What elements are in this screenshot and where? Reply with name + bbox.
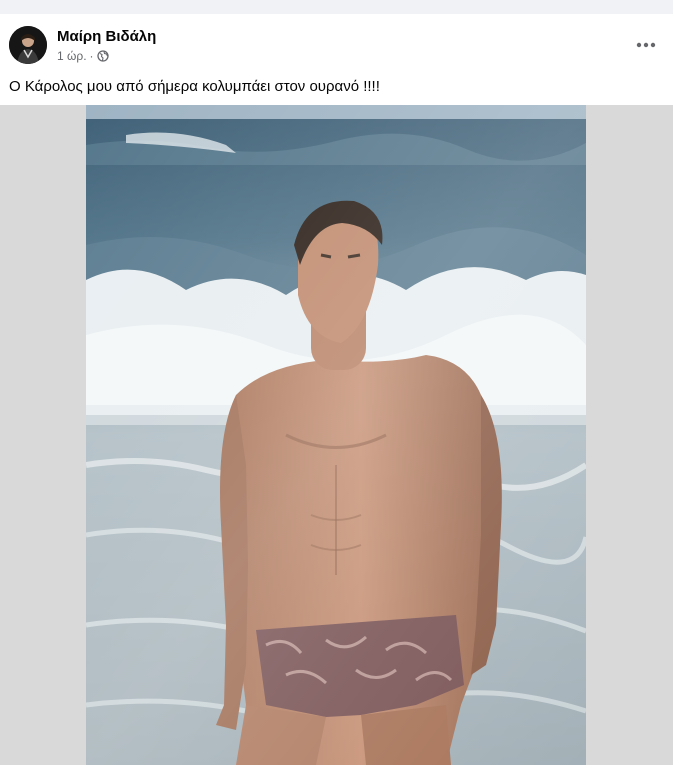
post-caption: Ο Κάρολος μου από σήμερα κολυμπάει στον … <box>9 78 380 95</box>
meta-separator: · <box>89 49 94 63</box>
post-header: Μαίρη Βιδάλη 1 ώρ. · <box>0 14 673 70</box>
author-name[interactable]: Μαίρη Βιδάλη <box>57 28 156 45</box>
more-options-button[interactable] <box>628 33 664 57</box>
post-photo[interactable] <box>86 105 586 765</box>
more-options-icon <box>636 42 656 48</box>
post-card: Μαίρη Βιδάλη 1 ώρ. · Ο Κάρολος μου από σ… <box>0 14 673 765</box>
post-media <box>0 105 673 765</box>
author-avatar[interactable] <box>9 26 47 64</box>
post-meta: 1 ώρ. · <box>57 49 109 63</box>
post-time[interactable]: 1 ώρ. <box>57 49 87 63</box>
avatar-image <box>9 26 47 64</box>
globe-icon[interactable] <box>96 50 109 62</box>
